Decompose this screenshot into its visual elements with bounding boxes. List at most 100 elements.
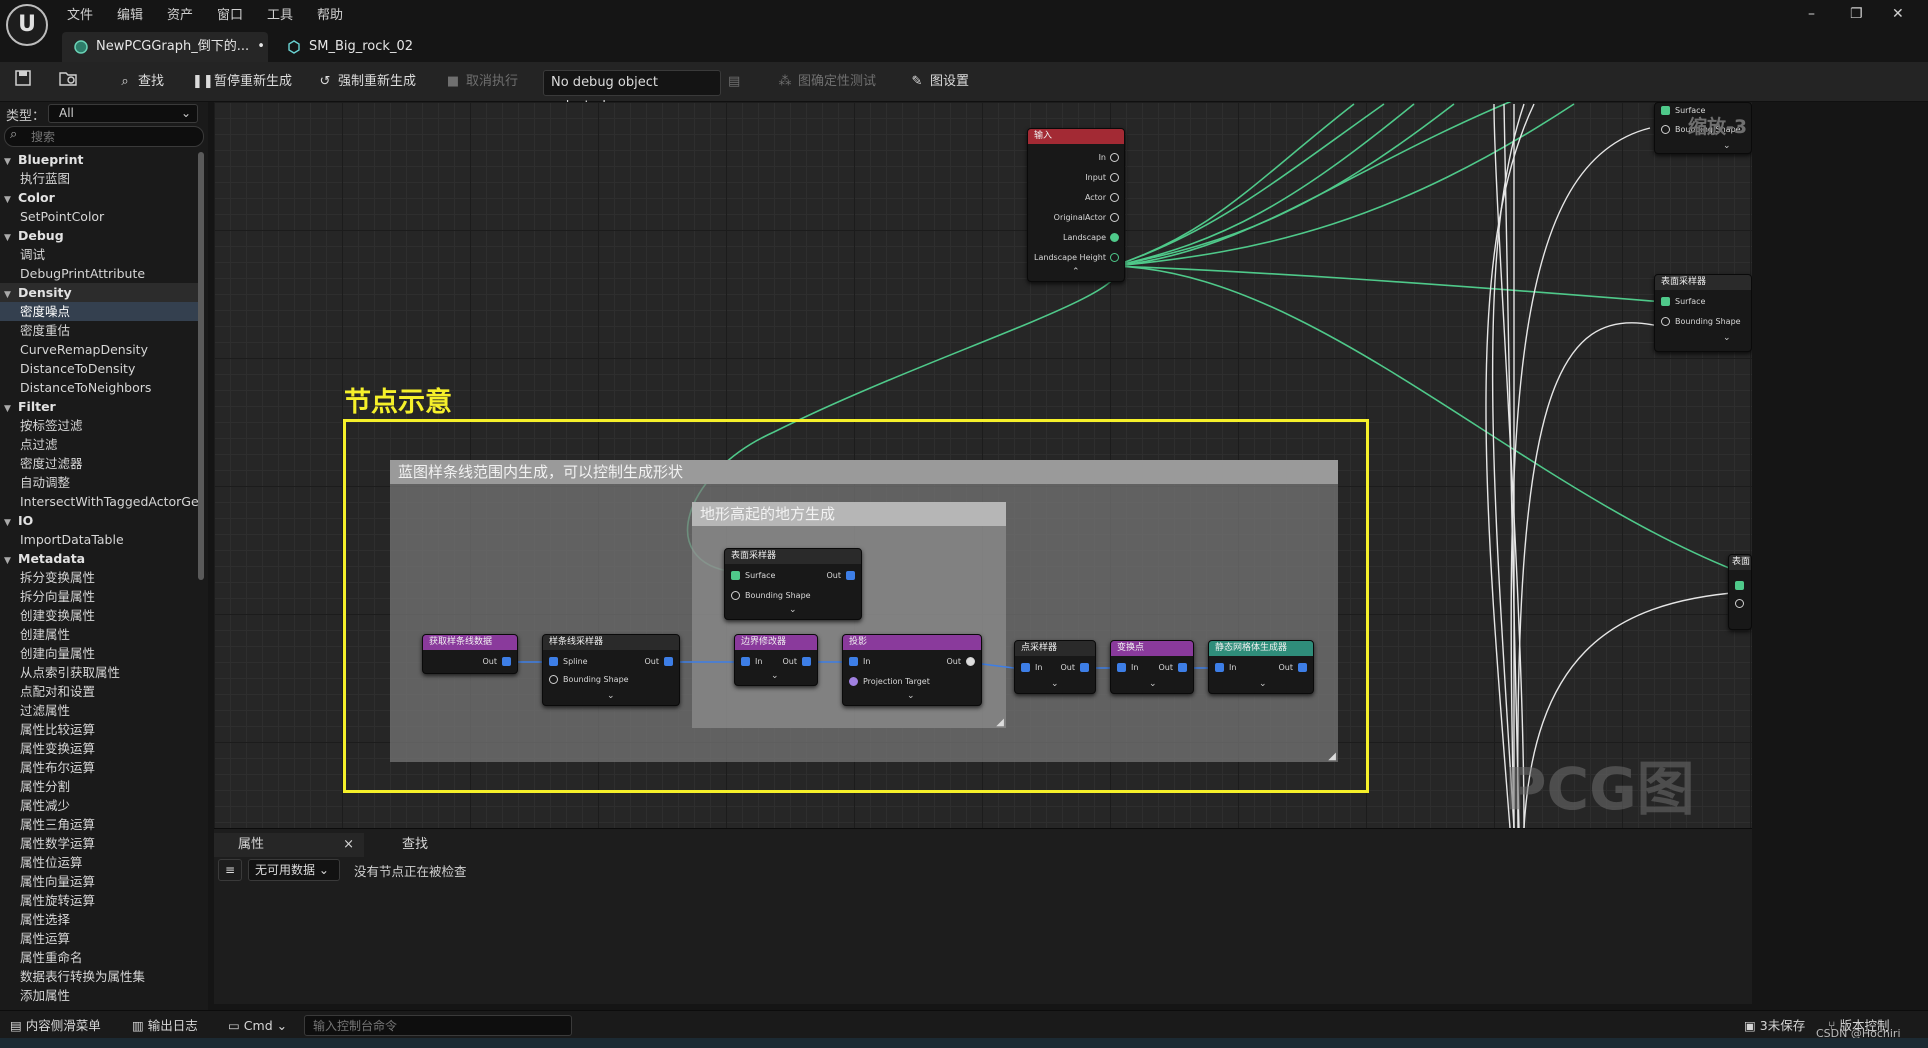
expand-icon[interactable]: ⌄ (771, 671, 779, 681)
pin-spline-port[interactable] (549, 657, 558, 666)
caret-down-icon[interactable]: ▼ (4, 153, 18, 169)
palette-item[interactable]: 密度过滤器 (0, 454, 200, 473)
projection-node[interactable]: 投影 In Out Projection Target ⌄ (842, 634, 982, 706)
palette-item[interactable]: 创建向量属性 (0, 644, 200, 663)
palette-item[interactable]: 属性减少 (0, 796, 200, 815)
expand-icon[interactable]: ⌄ (607, 691, 615, 701)
menu-tools[interactable]: 工具 (267, 4, 293, 23)
tab-properties[interactable]: 属性 × (214, 833, 364, 857)
pin-in-port[interactable] (1117, 663, 1126, 672)
palette-item[interactable]: IntersectWithTaggedActorGeo (0, 492, 200, 511)
palette-item[interactable]: 过滤属性 (0, 701, 200, 720)
palette-item[interactable]: 属性变换运算 (0, 739, 200, 758)
palette-item[interactable]: 属性位运算 (0, 853, 200, 872)
menu-file[interactable]: 文件 (67, 4, 93, 23)
restore-button[interactable]: ❐ (1850, 6, 1863, 22)
pin-out-port[interactable] (502, 657, 511, 666)
pin-out-port[interactable] (1298, 663, 1307, 672)
expand-icon[interactable]: ⌄ (789, 605, 797, 615)
palette-item[interactable]: 属性比较运算 (0, 720, 200, 739)
caret-down-icon[interactable]: ▼ (4, 191, 18, 207)
palette-item[interactable]: DebugPrintAttribute (0, 264, 200, 283)
static-mesh-spawner-node[interactable]: 静态网格体生成器 In Out ⌄ (1208, 640, 1314, 694)
pin-out-port[interactable] (966, 657, 975, 666)
palette-category[interactable]: ▼ Metadata (0, 549, 200, 568)
palette-item[interactable]: 属性向量运算 (0, 872, 200, 891)
menu-edit[interactable]: 编辑 (117, 4, 143, 23)
no-data-select[interactable]: 无可用数据 ⌄ (248, 859, 340, 881)
palette-item[interactable]: 属性分割 (0, 777, 200, 796)
expand-icon[interactable]: ⌄ (907, 691, 915, 701)
pin-surface-port[interactable] (731, 571, 740, 580)
pause-regen-button[interactable]: ❚❚暂停重新生成 (192, 69, 292, 95)
pin-bounding-port[interactable] (549, 675, 558, 684)
pin-out-port[interactable] (802, 657, 811, 666)
tab-find[interactable]: 查找 (402, 833, 428, 857)
menu-asset[interactable]: 资产 (167, 4, 193, 23)
palette-item[interactable]: 点配对和设置 (0, 682, 200, 701)
pin-out-port[interactable] (664, 657, 673, 666)
palette-item[interactable]: 属性运算 (0, 929, 200, 948)
pin-in-port[interactable] (741, 657, 750, 666)
expand-icon[interactable]: ⌄ (1259, 679, 1267, 689)
palette-item[interactable]: 创建属性 (0, 625, 200, 644)
palette-item[interactable]: 添加属性 (0, 986, 200, 1005)
caret-down-icon[interactable]: ▼ (4, 514, 18, 530)
pin-out-port[interactable] (846, 571, 855, 580)
palette-item[interactable]: 创建变换属性 (0, 606, 200, 625)
point-sampler-node[interactable]: 点采样器 In Out ⌄ (1014, 640, 1096, 694)
tab-pcg-graph[interactable]: NewPCGGraph_倒下的... • × (62, 32, 268, 84)
console-command-input[interactable] (304, 1015, 572, 1036)
palette-item[interactable]: 拆分变换属性 (0, 568, 200, 587)
graph-canvas[interactable]: 输入 In Input Actor OriginalActor Landscap… (214, 102, 1752, 828)
palette-item[interactable]: 从点索引获取属性 (0, 663, 200, 682)
palette-item[interactable]: SetPointColor (0, 207, 200, 226)
save-icon[interactable] (14, 69, 32, 95)
palette-item[interactable]: 调试 (0, 245, 200, 264)
spline-sampler-node[interactable]: 样条线采样器 Spline Out Bounding Shape ⌄ (542, 634, 680, 706)
palette-item[interactable]: 拆分向量属性 (0, 587, 200, 606)
palette-item[interactable]: 自动调整 (0, 473, 200, 492)
palette-item[interactable]: 密度重估 (0, 321, 200, 340)
expand-icon[interactable]: ⌄ (1149, 679, 1157, 689)
pin-in-port[interactable] (1021, 663, 1030, 672)
palette-search-input[interactable] (4, 126, 204, 147)
palette-item[interactable]: 按标签过滤 (0, 416, 200, 435)
close-window-button[interactable]: ✕ (1892, 6, 1904, 22)
caret-down-icon[interactable]: ▼ (4, 286, 18, 302)
palette-item[interactable]: 属性布尔运算 (0, 758, 200, 777)
pin-out-port[interactable] (1080, 663, 1089, 672)
graph-settings-button[interactable]: ✎ 图设置 (908, 69, 969, 95)
caret-down-icon[interactable]: ▼ (4, 400, 18, 416)
palette-category[interactable]: ▼ Debug (0, 226, 200, 245)
cmd-select[interactable]: ▭ Cmd ⌄ (228, 1016, 287, 1036)
surface-sampler-node[interactable]: 表面采样器 Surface Out Bounding Shape ⌄ (724, 548, 862, 620)
pin-bounding-port[interactable] (731, 591, 740, 600)
caret-down-icon[interactable]: ▼ (4, 552, 18, 568)
palette-item[interactable]: 密度噪点 (0, 302, 200, 321)
palette-category[interactable]: ▼ Color (0, 188, 200, 207)
output-log-button[interactable]: ▥ 输出日志 (132, 1016, 198, 1036)
palette-item[interactable]: 点过滤 (0, 435, 200, 454)
palette-item[interactable]: DistanceToDensity (0, 359, 200, 378)
palette-category[interactable]: ▼ IO (0, 511, 200, 530)
browse-icon[interactable] (58, 69, 78, 95)
pin-projection-target-port[interactable] (849, 677, 858, 686)
minimize-button[interactable]: – (1808, 6, 1815, 22)
pin-in-port[interactable] (1215, 663, 1224, 672)
debug-browse-icon[interactable]: ▤ (728, 69, 740, 95)
palette-item[interactable]: CurveRemapDensity (0, 340, 200, 359)
menu-window[interactable]: 窗口 (217, 4, 243, 23)
cancel-exec-button[interactable]: ■ 取消执行 (444, 69, 518, 95)
menu-help[interactable]: 帮助 (317, 4, 343, 23)
pin-in-port[interactable] (849, 657, 858, 666)
palette-item[interactable]: 属性选择 (0, 910, 200, 929)
palette-item[interactable]: 属性重命名 (0, 948, 200, 967)
unsaved-button[interactable]: ▣ 3未保存 (1744, 1016, 1805, 1036)
palette-category[interactable]: ▼ Blueprint (0, 150, 200, 169)
palette-category[interactable]: ▼ Density (0, 283, 200, 302)
filter-icon[interactable]: ≡ (218, 859, 242, 881)
palette-item[interactable]: 执行蓝图 (0, 169, 200, 188)
palette-item[interactable]: 属性数学运算 (0, 834, 200, 853)
debug-object-select[interactable]: No debug object selected⌄ (543, 70, 721, 114)
